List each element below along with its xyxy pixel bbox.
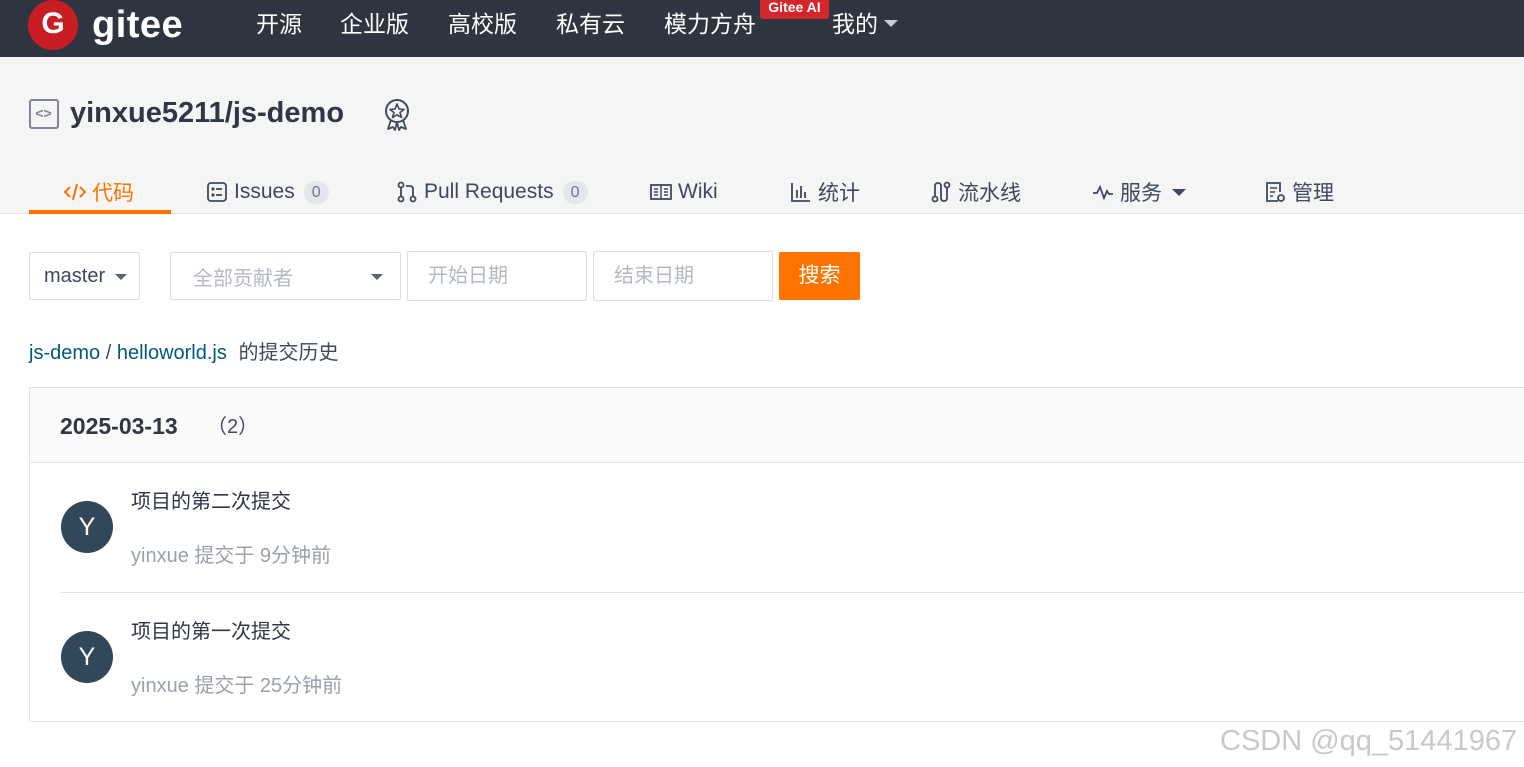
code-icon <box>64 183 86 201</box>
code-repo-icon: <> <box>29 99 59 129</box>
commit-item: Y 项目的第一次提交 yinxue 提交于 25分钟前 <box>60 594 1524 723</box>
tab-pipeline[interactable]: 流水线 <box>930 169 1021 215</box>
chevron-down-icon <box>1172 188 1186 196</box>
gitee-logo-icon: G <box>28 0 78 50</box>
active-tab-indicator <box>29 210 171 214</box>
chevron-down-icon <box>884 20 898 28</box>
tab-pull-requests[interactable]: Pull Requests 0 <box>396 169 588 215</box>
chevron-down-icon <box>115 274 127 280</box>
nav-mine-label: 我的 <box>832 11 878 37</box>
end-date-input[interactable]: 结束日期 <box>593 251 773 301</box>
commit-meta: yinxue 提交于 25分钟前 <box>131 675 343 697</box>
top-navbar: G gitee 开源 企业版 高校版 私有云 模力方舟 Gitee AI 我的 <box>0 0 1524 57</box>
commit-message[interactable]: 项目的第一次提交 <box>131 619 291 645</box>
tab-wiki[interactable]: Wiki <box>650 169 718 215</box>
gitee-ai-badge: Gitee AI <box>760 0 829 19</box>
tab-wiki-label: Wiki <box>678 180 718 203</box>
contributor-select-placeholder: 全部贡献者 <box>193 267 293 290</box>
repo-title[interactable]: yinxue5211/js-demo <box>70 95 344 131</box>
commit-date: 2025-03-13 <box>60 413 178 439</box>
breadcrumb-separator: / <box>105 342 112 364</box>
tab-manage-label: 管理 <box>1292 182 1334 205</box>
breadcrumb-repo-link[interactable]: js-demo <box>29 342 100 364</box>
pipeline-icon <box>931 181 951 203</box>
issues-icon <box>207 182 227 202</box>
bar-chart-icon <box>791 183 810 202</box>
commit-item: Y 项目的第二次提交 yinxue 提交于 9分钟前 <box>60 464 1524 593</box>
gitee-logo[interactable]: G gitee <box>28 0 183 50</box>
tab-issues[interactable]: Issues 0 <box>206 169 329 215</box>
settings-doc-icon <box>1266 182 1285 202</box>
nav-enterprise[interactable]: 企业版 <box>340 8 409 40</box>
tab-code-label: 代码 <box>92 182 134 205</box>
branch-select-value: master <box>44 264 106 287</box>
avatar[interactable]: Y <box>61 501 113 553</box>
chevron-down-icon <box>371 274 383 280</box>
pull-request-icon <box>397 181 417 203</box>
award-badge-icon[interactable] <box>382 97 412 131</box>
pulse-icon <box>1093 184 1113 201</box>
pulls-count-badge: 0 <box>562 180 588 204</box>
avatar[interactable]: Y <box>61 631 113 683</box>
start-date-input[interactable]: 开始日期 <box>407 251 587 301</box>
tab-stats-label: 统计 <box>818 182 860 205</box>
nav-ai-platform[interactable]: 模力方舟 <box>664 8 756 40</box>
tab-manage[interactable]: 管理 <box>1264 169 1334 215</box>
commit-date-header: 2025-03-13 （2） <box>30 388 1524 463</box>
contributor-select[interactable]: 全部贡献者 <box>170 252 401 300</box>
tab-pulls-label: Pull Requests <box>424 180 554 203</box>
gitee-logo-text: gitee <box>92 4 184 46</box>
nav-mine-dropdown[interactable]: 我的 <box>832 8 898 40</box>
commit-meta: yinxue 提交于 9分钟前 <box>131 545 332 567</box>
commit-message[interactable]: 项目的第二次提交 <box>131 489 291 515</box>
csdn-watermark: CSDN @qq_51441967 <box>1220 725 1518 757</box>
tab-code[interactable]: 代码 <box>64 169 134 215</box>
breadcrumb-suffix: 的提交历史 <box>238 342 339 364</box>
nav-education[interactable]: 高校版 <box>448 8 517 40</box>
tab-pipeline-label: 流水线 <box>958 182 1021 205</box>
nav-open-source[interactable]: 开源 <box>256 8 302 40</box>
breadcrumb-file-link[interactable]: helloworld.js <box>117 342 227 364</box>
tab-services-label: 服务 <box>1120 182 1162 205</box>
search-button[interactable]: 搜索 <box>779 252 860 300</box>
tab-stats[interactable]: 统计 <box>790 169 860 215</box>
breadcrumb: js-demo / helloworld.js 的提交历史 <box>29 340 338 366</box>
tab-issues-label: Issues <box>234 180 295 203</box>
book-icon <box>650 184 672 200</box>
issues-count-badge: 0 <box>303 180 329 204</box>
tab-services-dropdown[interactable]: 服务 <box>1092 169 1186 215</box>
repo-header: <> yinxue5211/js-demo 代码 Issues 0 Pull R… <box>0 57 1524 214</box>
branch-select[interactable]: master <box>29 252 140 300</box>
commit-history-panel: 2025-03-13 （2） Y 项目的第二次提交 yinxue 提交于 9分钟… <box>29 387 1524 722</box>
nav-private-cloud[interactable]: 私有云 <box>556 8 625 40</box>
commit-count: （2） <box>207 416 259 438</box>
